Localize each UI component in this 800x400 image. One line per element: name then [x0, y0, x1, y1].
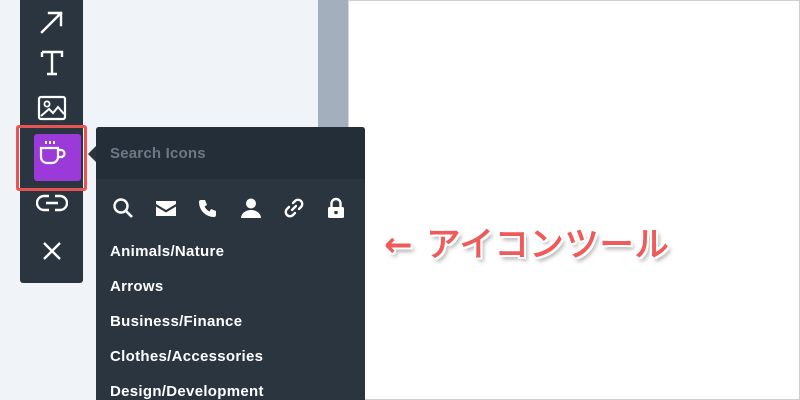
phone-icon	[199, 200, 216, 217]
image-icon	[37, 95, 66, 121]
link-icon	[284, 198, 304, 218]
category-item[interactable]: Animals/Nature	[110, 243, 224, 260]
icon-tool-annotation: ← アイコンツール	[384, 225, 670, 265]
quick-envelope-icon[interactable]	[153, 195, 179, 221]
envelope-icon	[156, 201, 176, 216]
quick-icon-row	[96, 195, 365, 223]
search-bar	[96, 127, 365, 179]
search-icon	[113, 198, 133, 218]
tool-close[interactable]	[26, 229, 77, 273]
category-item[interactable]: Arrows	[110, 278, 163, 295]
lock-icon	[328, 197, 344, 218]
search-icons-input[interactable]	[110, 127, 350, 179]
panel-pointer	[88, 146, 96, 162]
active-tool-highlight	[16, 125, 87, 191]
quick-search-icon[interactable]	[110, 195, 136, 221]
category-item[interactable]: Business/Finance	[110, 313, 242, 330]
icon-picker-panel: Animals/Nature Arrows Business/Finance C…	[96, 127, 365, 400]
quick-lock-icon[interactable]	[323, 195, 349, 221]
category-item[interactable]: Clothes/Accessories	[110, 348, 263, 365]
tool-image[interactable]	[26, 86, 77, 130]
tool-text[interactable]	[26, 41, 77, 85]
quick-user-icon[interactable]	[238, 195, 264, 221]
arrow-diagonal-icon	[39, 11, 63, 34]
category-item[interactable]: Design/Development	[110, 383, 264, 400]
link-icon	[35, 194, 68, 212]
user-icon	[241, 198, 261, 218]
text-t-icon	[40, 50, 63, 76]
quick-phone-icon[interactable]	[195, 195, 221, 221]
close-icon	[42, 242, 61, 260]
quick-link-icon[interactable]	[281, 195, 307, 221]
tool-arrow[interactable]	[26, 0, 77, 44]
